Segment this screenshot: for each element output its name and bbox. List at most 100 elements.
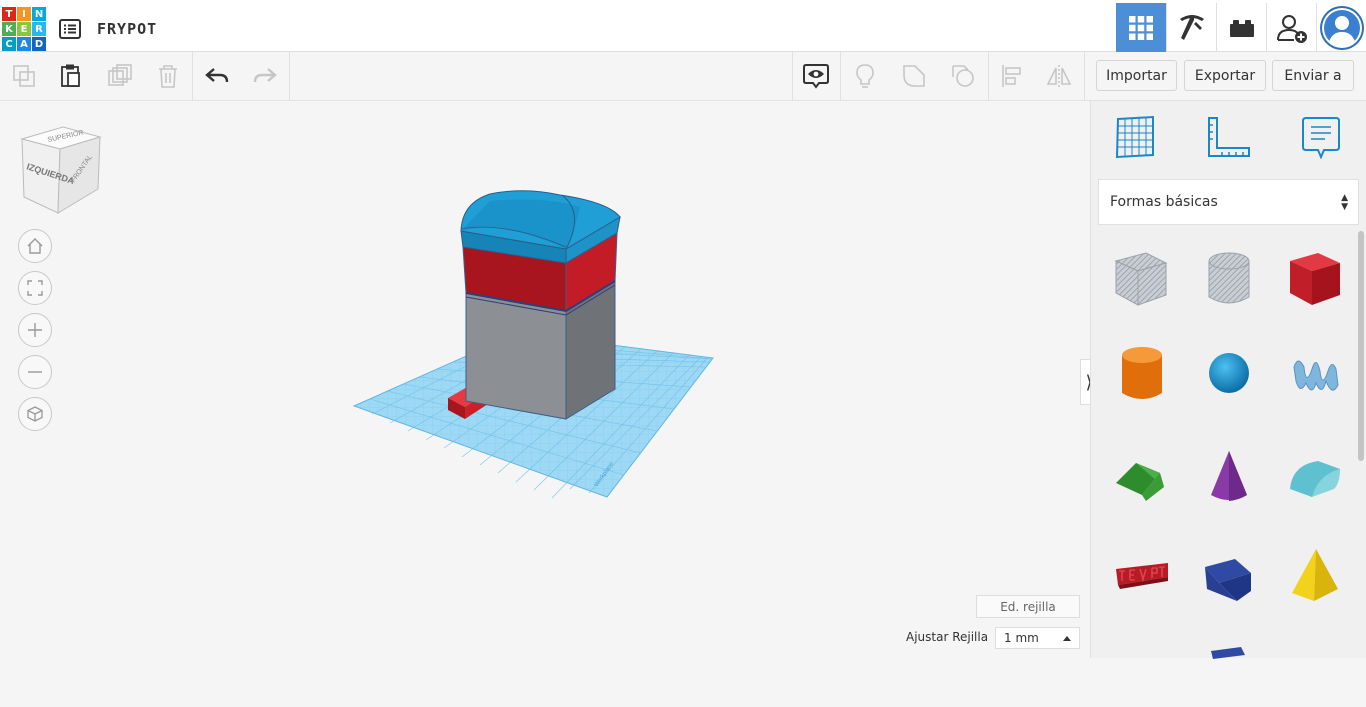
toolbar-divider [792,52,793,100]
ortho-view-button[interactable] [18,397,52,431]
shapes-panel: Formas básicas ▲ ▼ [1090,101,1366,659]
project-title[interactable]: FRYPOT [97,20,157,38]
logo-letter: N [32,7,46,21]
zoom-in-button[interactable] [18,313,52,347]
shape-roof[interactable] [1110,443,1174,507]
mirror-icon [1046,65,1072,87]
zoom-out-button[interactable] [18,355,52,389]
ungroup-button[interactable] [949,62,977,90]
notes-tool-button[interactable] [1299,115,1343,160]
logo-letter: T [2,7,16,21]
toolbar-divider [289,52,290,100]
lightbulb-icon [856,64,874,88]
workplane-tool-button[interactable] [1113,115,1157,159]
add-user-icon [1276,14,1307,43]
shape-box-hole[interactable] [1110,247,1174,311]
redo-icon [253,68,277,83]
shape-partial[interactable] [1197,643,1261,707]
logo-letter: K [2,22,16,36]
note-bubble-icon [1302,117,1340,160]
3d-design-view-button[interactable] [1116,3,1166,52]
undo-icon [205,68,229,83]
light-button[interactable] [851,62,879,90]
logo-letter: E [17,22,31,36]
shape-pyramid[interactable] [1282,543,1346,607]
shape-cylinder[interactable] [1110,341,1174,405]
toolbar-divider [192,52,193,100]
logo-letter: C [2,37,16,51]
duplicate-icon [108,64,132,86]
plus-icon [28,323,42,337]
export-button[interactable]: Exportar [1184,60,1266,91]
snap-grid-label: Ajustar Rejilla [906,630,989,644]
panel-scrollbar[interactable] [1358,231,1364,461]
shape-category-value: Formas básicas [1110,194,1218,210]
user-avatar-icon [1319,5,1364,50]
group-icon [903,65,925,87]
eye-bubble-icon [803,64,829,89]
shape-cylinder-hole[interactable] [1197,247,1261,311]
paste-icon [61,64,80,87]
design-list-button[interactable] [58,17,82,41]
shape-sphere[interactable] [1197,341,1261,405]
toolbar-divider [840,52,841,100]
shape-scribble[interactable] [1282,341,1346,405]
logo-letter: D [32,37,46,51]
brick-icon [1229,19,1254,37]
logo-letter: R [32,22,46,36]
align-icon [1002,65,1021,87]
home-view-button[interactable] [18,229,52,263]
fit-view-icon [27,280,43,296]
up-down-icon: ▲ ▼ [1341,193,1348,212]
trash-icon [159,65,177,88]
copy-icon [13,65,35,87]
shape-category-select[interactable]: Formas básicas ▲ ▼ [1098,179,1359,225]
minus-icon [28,371,42,373]
send-to-button[interactable]: Enviar a [1272,60,1354,91]
align-button[interactable] [998,62,1026,90]
copy-button[interactable] [10,62,38,90]
cube-icon [27,406,43,422]
ruler-icon [1208,117,1250,157]
3d-scene: Workplane [352,190,714,499]
3d-workplane-viewport[interactable]: Workplane SUPERIOR IZQUIERDA FRONTAL Ed.… [0,101,1090,658]
pickaxe-icon [1179,14,1204,40]
toolbar-divider [1084,52,1085,100]
group-button[interactable] [900,62,928,90]
shape-box[interactable] [1282,247,1346,311]
view-switcher [1116,3,1366,52]
undo-button[interactable] [203,62,231,90]
mirror-button[interactable] [1045,62,1073,90]
workplane-icon [1115,115,1154,159]
list-icon [59,19,81,39]
shape-text[interactable] [1110,543,1174,607]
ungroup-icon [952,65,974,87]
import-button[interactable]: Importar [1096,60,1177,91]
view-cube[interactable]: SUPERIOR IZQUIERDA FRONTAL [18,123,102,215]
edit-grid-button[interactable]: Ed. rejilla [976,595,1080,618]
shape-wedge[interactable] [1197,543,1261,607]
redo-button[interactable] [251,62,279,90]
fit-view-button[interactable] [18,271,52,305]
logo-letter: I [17,7,31,21]
shape-round-roof[interactable] [1282,443,1346,507]
paste-button[interactable] [57,62,85,90]
snap-grid-value: 1 mm [1004,631,1039,645]
tinkercad-logo[interactable]: T I N K E R C A D [2,7,46,52]
ruler-tool-button[interactable] [1206,115,1250,159]
shape-cone[interactable] [1197,443,1261,507]
add-user-button[interactable] [1266,3,1316,52]
logo-letter: A [17,37,31,51]
edit-toolbar: Importar Exportar Enviar a [0,52,1366,101]
caret-up-icon [1063,636,1071,641]
toolbar-divider [988,52,989,100]
minecraft-view-button[interactable] [1166,3,1216,52]
user-avatar[interactable] [1316,3,1366,52]
duplicate-button[interactable] [106,62,134,90]
top-header: T I N K E R C A D FRYPOT [0,0,1366,52]
home-icon [27,238,43,254]
bricks-view-button[interactable] [1216,3,1266,52]
notes-visibility-button[interactable] [802,62,830,90]
snap-grid-select[interactable]: 1 mm [995,627,1080,649]
delete-button[interactable] [154,62,182,90]
